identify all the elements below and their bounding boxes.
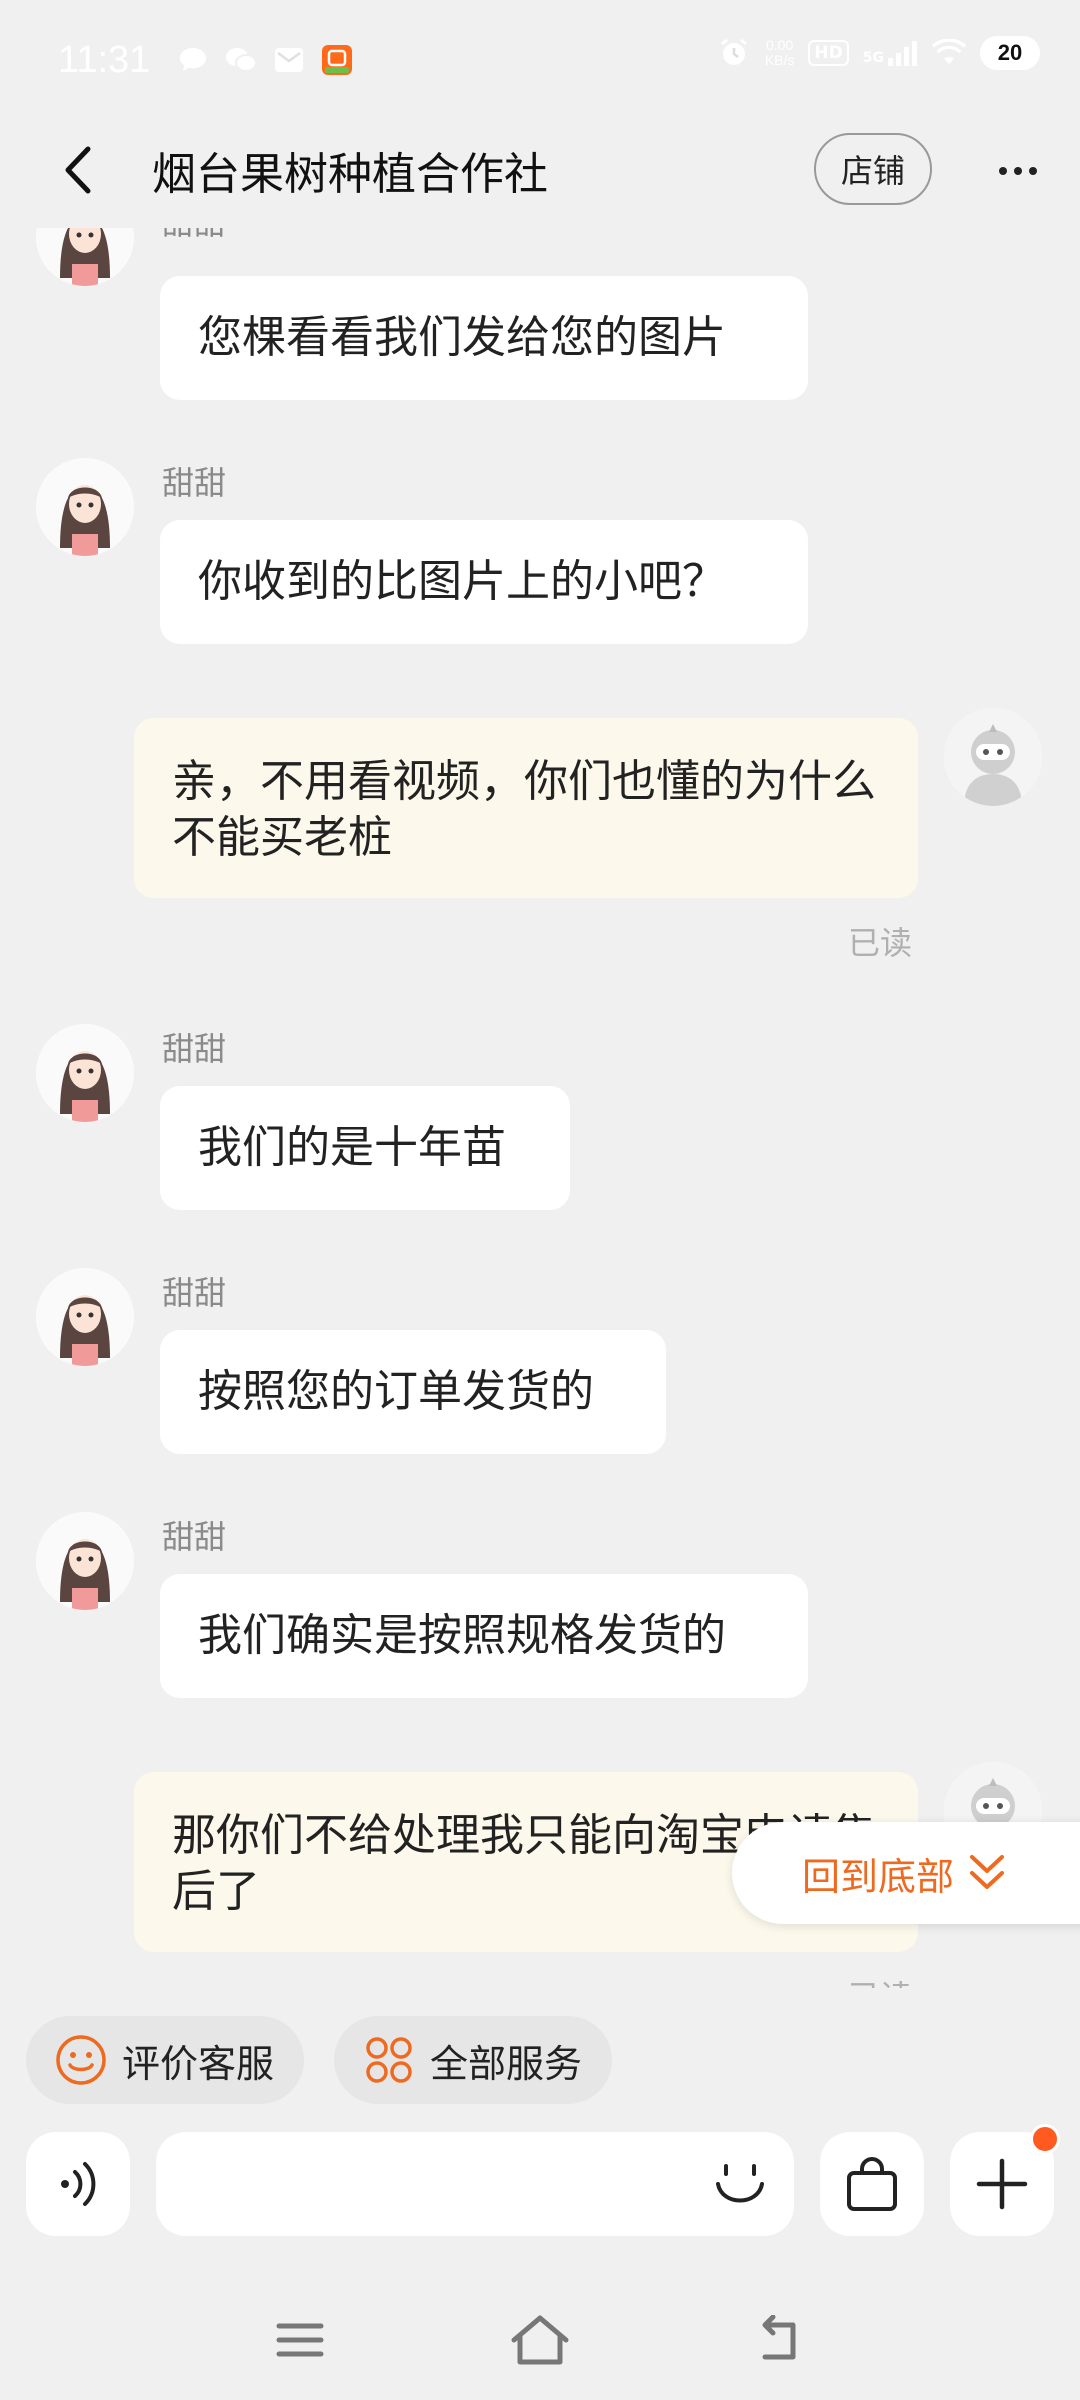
agent-avatar[interactable] <box>36 458 134 556</box>
notification-icons <box>176 43 354 77</box>
message-input[interactable] <box>156 2132 794 2236</box>
sender-name: 甜甜 <box>162 464 227 502</box>
back-nav-button[interactable] <box>750 2310 810 2370</box>
message-bubble[interactable]: 亲，不用看视频，你们也懂的为什么不能买老桩 <box>134 718 918 898</box>
chat-title: 烟台果树种植合作社 <box>152 149 548 200</box>
message-incoming: 甜甜 按照您的订单发货的 <box>0 1268 1080 1468</box>
menu-icon <box>276 2323 324 2357</box>
agent-avatar[interactable] <box>36 1268 134 1366</box>
sender-name: 甜甜 <box>162 1030 227 1068</box>
voice-icon <box>61 2162 96 2206</box>
net-speed-unit: KB/s <box>764 52 795 68</box>
rate-service-chip[interactable]: 评价客服 <box>26 2016 305 2104</box>
double-chevron-down-icon <box>970 1855 1005 1889</box>
more-dot <box>1014 167 1022 175</box>
back-to-bottom-label: 回到底部 <box>802 1854 955 1899</box>
notification-dot <box>1030 2124 1060 2154</box>
agent-avatar[interactable] <box>36 1512 134 1610</box>
plus-icon <box>976 2158 1028 2210</box>
chevron-left-icon <box>65 146 91 194</box>
message-bubble[interactable]: 按照您的订单发货的 <box>160 1330 666 1454</box>
back-to-bottom-button[interactable]: 回到底部 <box>732 1822 1080 1924</box>
chip-label: 评价客服 <box>122 2041 275 2086</box>
battery-indicator: 20 <box>980 36 1040 70</box>
status-time: 11:31 <box>58 38 151 81</box>
status-bar: 11:31 0.00 KB/s HD 5G 20 <box>0 0 1080 120</box>
voice-input-button[interactable] <box>26 2132 130 2236</box>
message-incoming: 甜甜 你收到的比图片上的小吧？ <box>0 458 1080 658</box>
message-bubble-icon <box>176 43 210 77</box>
net-speed-value: 0.00 <box>766 37 794 53</box>
grid-icon <box>366 2037 412 2083</box>
user-avatar[interactable] <box>944 708 1042 806</box>
signal-icon: 5G <box>863 40 918 66</box>
mail-icon <box>272 43 306 77</box>
more-dot <box>1029 167 1037 175</box>
sender-name: 甜甜 <box>162 1518 227 1556</box>
agent-avatar[interactable] <box>36 1024 134 1122</box>
message-incoming: 甜甜 我们的是十年苗 <box>0 1024 1080 1224</box>
message-bubble[interactable]: 您棵看看我们发给您的图片 <box>160 276 808 400</box>
status-right-icons: 0.00 KB/s HD 5G 20 <box>717 36 1040 70</box>
message-bubble[interactable]: 你收到的比图片上的小吧？ <box>160 520 808 644</box>
more-dots-icon <box>999 167 1007 175</box>
sender-name: 甜甜 <box>162 228 226 244</box>
chip-label: 全部服务 <box>430 2041 583 2086</box>
system-nav-bar <box>0 2296 1080 2376</box>
network-speed: 0.00 KB/s <box>765 38 795 68</box>
sender-name: 甜甜 <box>162 1274 227 1312</box>
message-incoming: 甜甜 我们确实是按照规格发货的 <box>0 1512 1080 1712</box>
recent-apps-button[interactable] <box>270 2310 330 2370</box>
message-incoming: 甜甜 您棵看看我们发给您的图片 <box>0 228 1080 408</box>
more-options-button[interactable] <box>990 146 1046 196</box>
wifi-icon <box>932 36 966 70</box>
home-icon <box>511 2315 569 2365</box>
more-actions-button[interactable] <box>950 2124 1060 2236</box>
read-status: 已读 <box>848 1972 912 1988</box>
chat-header: 烟台果树种植合作社 店铺 <box>0 120 1080 220</box>
emoji-button[interactable] <box>710 2154 770 2214</box>
chat-message-list[interactable]: 甜甜 您棵看看我们发给您的图片 甜甜 你收到的比图片上的小吧？ 亲，不用看视频，… <box>0 228 1080 1988</box>
hd-badge: HD <box>808 40 849 66</box>
network-type: 5G <box>862 50 884 66</box>
emoji-icon <box>716 2164 764 2203</box>
back-button[interactable] <box>50 142 106 198</box>
smiley-icon <box>56 2035 106 2085</box>
shop-button[interactable]: 店铺 <box>814 133 932 205</box>
all-services-chip[interactable]: 全部服务 <box>334 2016 613 2104</box>
home-button[interactable] <box>510 2310 570 2370</box>
shopping-bag-icon <box>847 2157 897 2211</box>
message-outgoing: 亲，不用看视频，你们也懂的为什么不能买老桩 已读 <box>0 708 1080 998</box>
return-icon <box>762 2315 796 2360</box>
message-bubble[interactable]: 我们确实是按照规格发货的 <box>160 1574 808 1698</box>
message-bubble[interactable]: 我们的是十年苗 <box>160 1086 570 1210</box>
taobao-app-icon <box>320 43 354 77</box>
agent-avatar[interactable] <box>36 228 134 286</box>
alarm-icon <box>717 36 751 70</box>
read-status: 已读 <box>848 924 913 962</box>
wechat-icon <box>224 43 258 77</box>
product-button[interactable] <box>820 2132 924 2236</box>
